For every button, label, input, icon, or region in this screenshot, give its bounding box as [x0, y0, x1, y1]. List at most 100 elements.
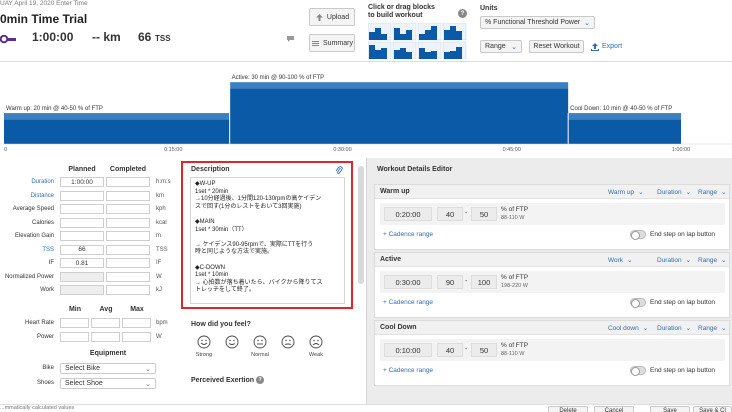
- planned-input[interactable]: [60, 285, 104, 295]
- cancel-button[interactable]: Cancel: [594, 406, 634, 412]
- feel-option[interactable]: Weak: [302, 335, 330, 363]
- export-icon: [591, 42, 599, 51]
- completed-input[interactable]: [106, 177, 150, 187]
- chevron-down-icon: ⌄: [685, 325, 692, 332]
- comment-icon[interactable]: [286, 35, 295, 43]
- planned-input[interactable]: 1:00:00: [60, 177, 104, 187]
- range-separator: -: [465, 278, 468, 285]
- end-step-toggle[interactable]: [630, 230, 646, 240]
- power-max-input[interactable]: [122, 332, 151, 342]
- planned-input[interactable]: 66: [60, 244, 104, 255]
- bike-row: Bike Select Bike ⌄: [0, 363, 178, 375]
- step-range-select[interactable]: Range ⌄: [698, 256, 727, 264]
- planned-input[interactable]: [60, 190, 104, 201]
- completed-input[interactable]: [106, 244, 150, 255]
- hr-min-input[interactable]: [60, 318, 89, 328]
- planned-row-unit: km: [156, 192, 164, 199]
- cadence-range-link[interactable]: + Cadence range: [383, 299, 433, 306]
- paperclip-icon[interactable]: [335, 166, 343, 175]
- editor-section: Active Work ⌄ Duration ⌄ Range ⌄ 0:30:00 90-100%…: [374, 252, 730, 318]
- panel-scrollbar[interactable]: [358, 166, 364, 284]
- planned-row-label[interactable]: Distance: [0, 193, 54, 199]
- step-type-select[interactable]: Cool down ⌄: [608, 324, 648, 332]
- step-range-select[interactable]: Range ⌄: [698, 324, 727, 332]
- equipment-heading: Equipment: [89, 350, 127, 357]
- step-time-input[interactable]: 0:30:00: [384, 275, 432, 289]
- chevron-down-icon: ⌄: [627, 257, 633, 264]
- step-duration-select[interactable]: Duration ⌄: [657, 256, 691, 264]
- planned-row: Work kJ: [0, 285, 178, 297]
- workout-title[interactable]: 0min Time Trial: [0, 12, 87, 26]
- step-time-input[interactable]: 0:10:00: [384, 343, 432, 357]
- completed-input[interactable]: [106, 271, 150, 282]
- step-range-select[interactable]: Range ⌄: [698, 188, 727, 196]
- power-min-input[interactable]: [60, 332, 89, 342]
- segment-bar[interactable]: [568, 119, 681, 144]
- description-line: 1set * 30min（TT）: [195, 226, 248, 233]
- segment-bar[interactable]: [4, 119, 230, 144]
- step-time-input[interactable]: 0:20:00: [384, 207, 432, 221]
- save-cl-button[interactable]: Save & Cl: [693, 406, 732, 412]
- step-low-input[interactable]: 40: [437, 207, 463, 221]
- description-textarea[interactable]: ◆W-UP 1set * 20min →10分経過後、1分間120-130rpmの高…: [190, 177, 345, 304]
- power-avg-input[interactable]: [91, 332, 120, 342]
- date-line: UAY April 19, 2020 Enter Time: [0, 0, 88, 7]
- range-select[interactable]: Range ⌄: [480, 40, 522, 53]
- blocks-help-icon[interactable]: ?: [458, 9, 467, 18]
- end-step-toggle[interactable]: [630, 366, 646, 376]
- feel-option[interactable]: Normal: [246, 335, 274, 363]
- segment-bar[interactable]: [229, 88, 569, 144]
- planned-row-label[interactable]: TSS: [0, 247, 54, 253]
- step-duration-select[interactable]: Duration ⌄: [657, 324, 691, 332]
- completed-input[interactable]: [106, 258, 150, 268]
- planned-row-label[interactable]: Duration: [0, 179, 54, 185]
- description-text: ◆W-UP 1set * 20min →10分経過後、1分間120-130rpmの高…: [195, 181, 340, 295]
- feel-option[interactable]: Strong: [190, 335, 218, 363]
- step-type-select[interactable]: Warm up ⌄: [608, 188, 644, 196]
- block-bar: [375, 28, 381, 40]
- completed-input[interactable]: [106, 217, 150, 228]
- step-high-input[interactable]: 100: [471, 275, 497, 289]
- save-button[interactable]: Save: [650, 406, 690, 412]
- heart-rate-row: Heart Rate bpm: [0, 318, 178, 330]
- planned-input[interactable]: 0.81: [60, 258, 104, 268]
- step-high-input[interactable]: 50: [471, 207, 497, 221]
- step-high-input[interactable]: 50: [471, 343, 497, 357]
- planned-input[interactable]: [60, 204, 104, 214]
- export-link[interactable]: Export: [591, 40, 622, 53]
- shoes-select[interactable]: Select Shoe ⌄: [60, 378, 156, 389]
- cadence-range-link[interactable]: + Cadence range: [383, 367, 433, 374]
- feel-option[interactable]: [218, 335, 246, 363]
- upload-button[interactable]: Upload: [309, 8, 355, 26]
- completed-input[interactable]: [106, 231, 150, 241]
- feel-option[interactable]: [274, 335, 302, 363]
- step-type-select[interactable]: Work ⌄: [608, 256, 633, 264]
- workout-chart: Warm up: 20 min @ 40-50 % of FTP Active: …: [0, 62, 732, 158]
- completed-input[interactable]: [106, 285, 150, 295]
- hr-max-input[interactable]: [122, 318, 151, 328]
- description-line: 1set * 10min: [195, 272, 229, 279]
- step-duration-select[interactable]: Duration ⌄: [657, 188, 691, 196]
- hr-avg-input[interactable]: [91, 318, 120, 328]
- block-bar: [431, 26, 437, 40]
- planned-input[interactable]: [60, 217, 104, 228]
- x-tick-label: 0:15:00: [164, 147, 182, 153]
- completed-input[interactable]: [106, 190, 150, 201]
- block-bar: [431, 51, 437, 59]
- help-icon[interactable]: ?: [256, 376, 265, 384]
- planned-input[interactable]: [60, 231, 104, 241]
- step-low-input[interactable]: 90: [437, 275, 463, 289]
- range-separator: -: [465, 346, 468, 353]
- cadence-range-link[interactable]: + Cadence range: [383, 231, 433, 238]
- step-low-input[interactable]: 40: [437, 343, 463, 357]
- block-bar: [400, 48, 406, 59]
- completed-input[interactable]: [106, 204, 150, 214]
- units-select[interactable]: % Functional Threshold Power ⌄: [480, 16, 595, 29]
- end-step-toggle[interactable]: [630, 298, 646, 308]
- reset-workout-button[interactable]: Reset Workout: [529, 40, 584, 53]
- bike-select[interactable]: Select Bike ⌄: [60, 363, 156, 374]
- planned-row: IF 0.81 IF: [0, 258, 178, 270]
- planned-input[interactable]: [60, 271, 104, 282]
- summary-button[interactable]: Summary: [309, 34, 355, 52]
- delete-button[interactable]: Delete: [548, 406, 588, 412]
